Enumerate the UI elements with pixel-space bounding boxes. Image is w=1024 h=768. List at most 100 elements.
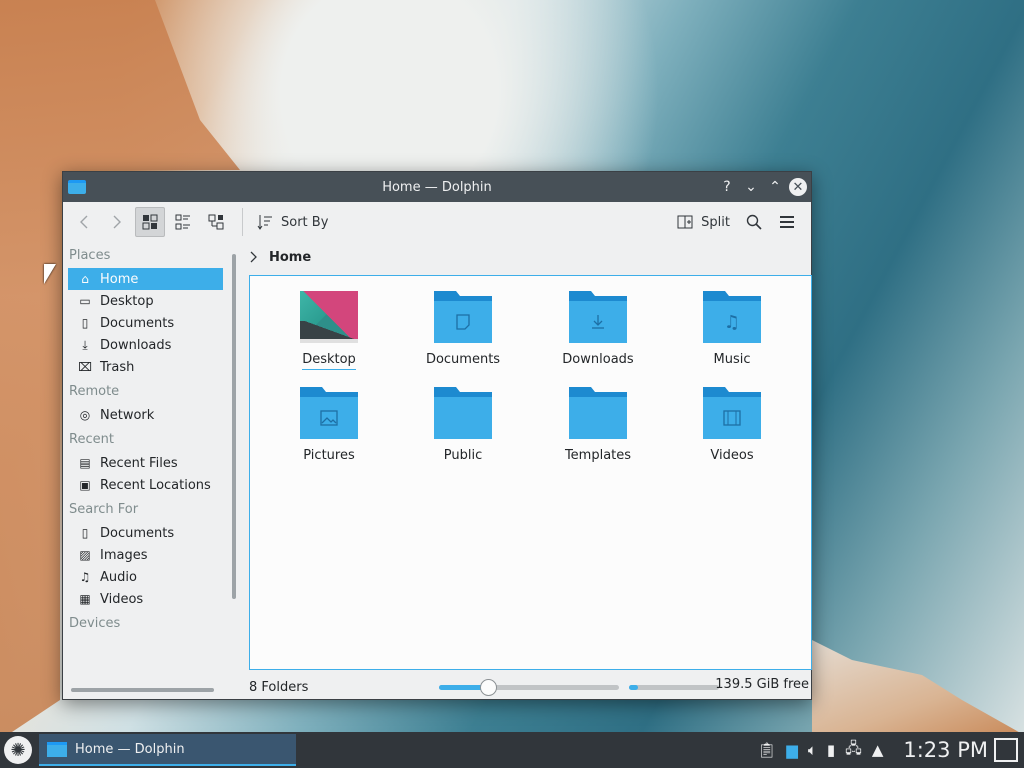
sidebar-item-trash[interactable]: ⌧ Trash bbox=[68, 356, 223, 378]
zoom-slider-handle[interactable] bbox=[479, 679, 497, 696]
trash-icon: ⌧ bbox=[78, 360, 92, 374]
sidebar-item-search-documents[interactable]: ▯ Documents bbox=[68, 522, 223, 544]
sidebar-vertical-scrollbar[interactable] bbox=[232, 254, 236, 599]
folder-item-public[interactable]: Public bbox=[403, 387, 523, 463]
launcher-icon: ✺ bbox=[10, 739, 26, 761]
wallpaper-sand-corner bbox=[812, 640, 1024, 735]
sidebar-item-search-videos[interactable]: ▦ Videos bbox=[68, 588, 223, 610]
menu-button[interactable] bbox=[772, 207, 802, 237]
clock[interactable]: 1:23 PM bbox=[903, 738, 988, 762]
back-button[interactable] bbox=[69, 207, 99, 237]
application-launcher-button[interactable]: ✺ bbox=[4, 736, 32, 764]
dolphin-window: Home — Dolphin ? ⌄ ⌃ ✕ Sort By Split Pla… bbox=[62, 171, 812, 700]
file-view[interactable]: Desktop Documents Downloads ♫ Music Pict… bbox=[249, 275, 812, 670]
details-view-button[interactable] bbox=[168, 207, 198, 237]
search-button[interactable] bbox=[739, 207, 769, 237]
recent-locations-icon: ▣ bbox=[79, 478, 91, 492]
folder-item-documents[interactable]: Documents bbox=[403, 291, 523, 367]
breadcrumb-home[interactable]: Home bbox=[269, 250, 311, 265]
breadcrumb: Home bbox=[249, 246, 311, 268]
disk-space-bar bbox=[629, 685, 719, 690]
sidebar-item-label: Network bbox=[100, 407, 155, 423]
folder-label: Templates bbox=[564, 448, 632, 463]
sidebar-item-recent-files[interactable]: ▤ Recent Files bbox=[68, 452, 223, 474]
tree-view-button[interactable] bbox=[201, 207, 231, 237]
documents-folder-icon bbox=[434, 291, 492, 343]
toolbar: Sort By Split bbox=[63, 202, 811, 242]
templates-folder-icon bbox=[569, 387, 627, 439]
window-title: Home — Dolphin bbox=[382, 179, 492, 195]
sort-by-button[interactable]: Sort By bbox=[251, 207, 334, 237]
volume-icon[interactable]: 🔈︎ bbox=[808, 741, 817, 759]
music-folder-icon: ♫ bbox=[703, 291, 761, 343]
folder-item-desktop[interactable]: Desktop bbox=[269, 291, 389, 370]
back-arrow-icon bbox=[80, 215, 88, 229]
chevron-right-icon[interactable] bbox=[249, 251, 259, 263]
images-icon: ▨ bbox=[79, 548, 91, 562]
network-status-icon[interactable]: 🖧︎ bbox=[845, 738, 862, 763]
sidebar-item-search-images[interactable]: ▨ Images bbox=[68, 544, 223, 566]
recent-files-icon: ▤ bbox=[79, 456, 91, 470]
sidebar-item-downloads[interactable]: ⤓ Downloads bbox=[68, 334, 223, 356]
usb-device-icon[interactable]: ▮ bbox=[827, 741, 835, 759]
forward-button[interactable] bbox=[102, 207, 132, 237]
sidebar-item-network[interactable]: ◎ Network bbox=[68, 404, 223, 426]
desktop-thumbnail bbox=[300, 291, 358, 343]
sidebar-horizontal-scrollbar[interactable] bbox=[71, 688, 214, 692]
show-desktop-button[interactable] bbox=[994, 738, 1018, 762]
recent-section-title: Recent bbox=[69, 432, 114, 447]
search-section-title: Search For bbox=[69, 502, 139, 517]
list-view-icon bbox=[175, 214, 190, 230]
sidebar-item-label: Recent Files bbox=[100, 455, 178, 471]
folder-label: Music bbox=[713, 352, 751, 367]
folder-item-templates[interactable]: Templates bbox=[538, 387, 658, 463]
public-folder-icon bbox=[434, 387, 492, 439]
sidebar-item-label: Videos bbox=[100, 591, 144, 607]
documents-icon: ▯ bbox=[81, 316, 89, 330]
devices-section-title: Devices bbox=[69, 616, 121, 631]
minimize-button[interactable]: ⌄ bbox=[741, 177, 761, 197]
folder-item-videos[interactable]: Videos bbox=[672, 387, 792, 463]
folder-app-icon bbox=[47, 741, 67, 757]
sidebar-item-label: Images bbox=[100, 547, 148, 563]
folder-app-icon[interactable] bbox=[68, 180, 86, 194]
task-item-dolphin[interactable]: Home — Dolphin bbox=[39, 734, 296, 766]
remote-section-title: Remote bbox=[69, 384, 120, 399]
sidebar-item-home[interactable]: ⌂ Home bbox=[68, 268, 223, 290]
icons-view-button[interactable] bbox=[135, 207, 165, 237]
zoom-slider[interactable] bbox=[439, 679, 619, 696]
titlebar[interactable]: Home — Dolphin ? ⌄ ⌃ ✕ bbox=[63, 172, 811, 202]
help-button[interactable]: ? bbox=[717, 177, 737, 197]
taskbar: ✺ Home — Dolphin 📋︎ ▆ 🔈︎ ▮ 🖧︎ ▲ 1:23 PM bbox=[0, 732, 1024, 768]
clipboard-icon[interactable]: 📋︎ bbox=[757, 741, 776, 759]
tree-view-icon bbox=[208, 214, 224, 230]
toolbar-separator bbox=[242, 208, 243, 236]
folder-item-music[interactable]: ♫ Music bbox=[672, 291, 792, 367]
places-panel: Places ⌂ Home ▭ Desktop ▯ Documents ⤓ Do… bbox=[63, 242, 231, 696]
network-icon: ◎ bbox=[79, 408, 91, 422]
hamburger-menu-icon bbox=[780, 216, 794, 228]
sidebar-item-desktop[interactable]: ▭ Desktop bbox=[68, 290, 223, 312]
close-button[interactable]: ✕ bbox=[789, 178, 807, 196]
maximize-button[interactable]: ⌃ bbox=[765, 177, 785, 197]
folder-label: Documents bbox=[425, 352, 501, 367]
notifications-icon[interactable]: ▆ bbox=[786, 741, 798, 759]
sidebar-item-search-audio[interactable]: ♫ Audio bbox=[68, 566, 223, 588]
home-icon: ⌂ bbox=[81, 272, 89, 286]
disk-space-fill bbox=[629, 685, 638, 690]
sidebar-item-documents[interactable]: ▯ Documents bbox=[68, 312, 223, 334]
downloads-icon: ⤓ bbox=[82, 337, 88, 352]
tray-expand-icon[interactable]: ▲ bbox=[872, 741, 884, 759]
grid-view-icon bbox=[142, 214, 158, 230]
split-button[interactable]: Split bbox=[671, 207, 736, 237]
sidebar-item-recent-locations[interactable]: ▣ Recent Locations bbox=[68, 474, 223, 496]
folder-label: Videos bbox=[710, 448, 754, 463]
folder-item-downloads[interactable]: Downloads bbox=[538, 291, 658, 367]
task-label: Home — Dolphin bbox=[75, 741, 185, 757]
sidebar-item-label: Trash bbox=[100, 359, 135, 375]
folder-label: Downloads bbox=[562, 352, 634, 367]
sidebar-item-label: Audio bbox=[100, 569, 137, 585]
folder-item-pictures[interactable]: Pictures bbox=[269, 387, 389, 463]
documents-icon: ▯ bbox=[81, 526, 89, 540]
sidebar-item-label: Desktop bbox=[100, 293, 154, 309]
